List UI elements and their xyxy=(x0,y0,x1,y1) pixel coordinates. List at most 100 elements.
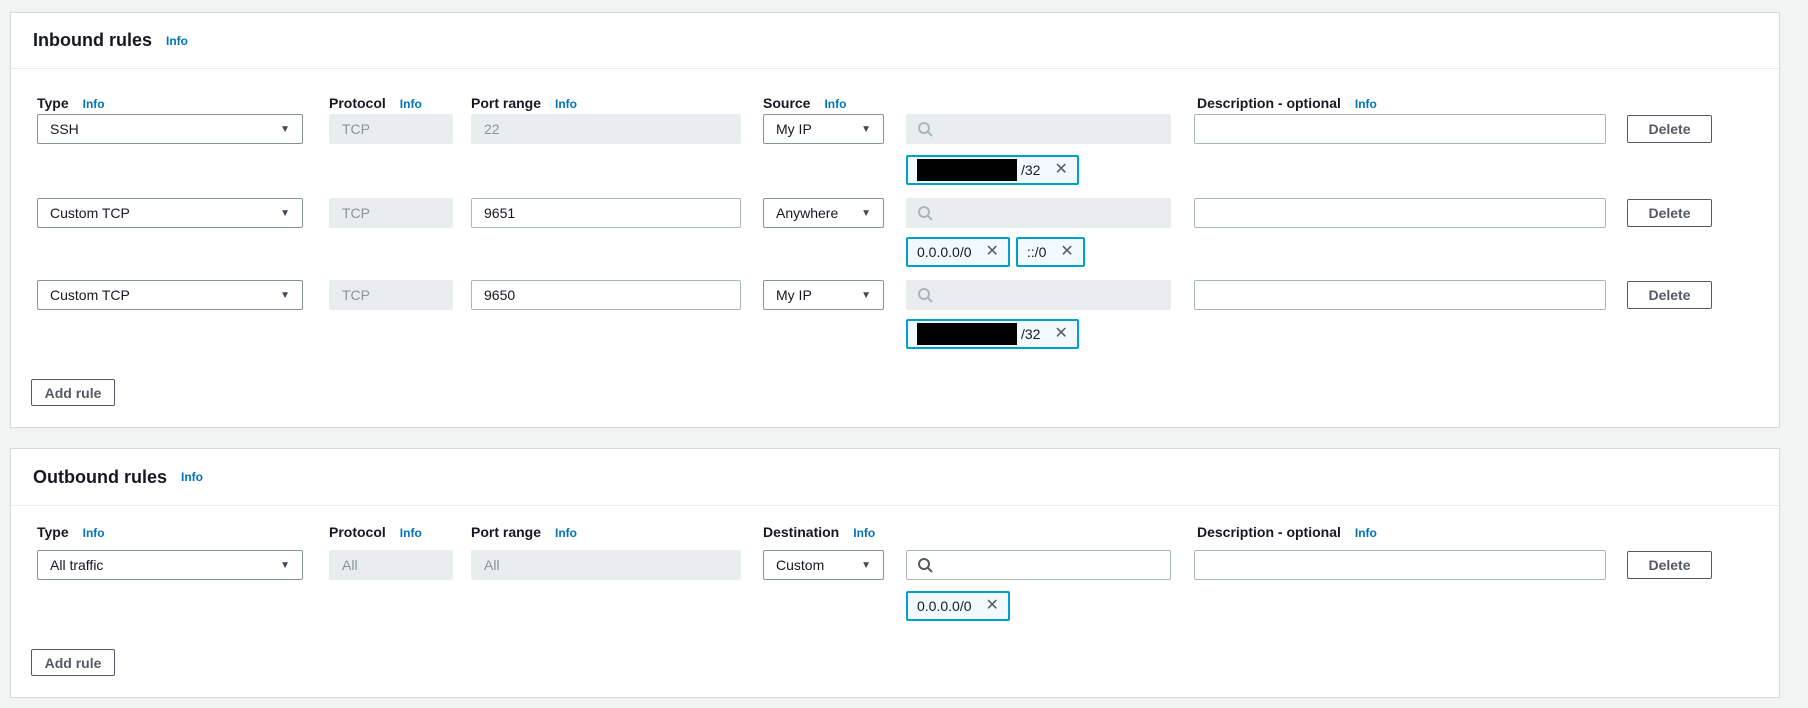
protocol-value: TCP xyxy=(342,205,370,221)
description-field-wrap xyxy=(1194,550,1606,580)
inbound-info-link[interactable]: Info xyxy=(166,34,188,48)
source-search-input xyxy=(906,280,1171,310)
destination-token-row: 0.0.0.0/0 ✕ xyxy=(906,591,1010,621)
type-select-value: Custom TCP xyxy=(50,205,130,221)
delete-rule-button[interactable]: Delete xyxy=(1627,199,1712,227)
chevron-down-icon: ▼ xyxy=(280,290,290,301)
port-range-input[interactable] xyxy=(471,280,741,310)
description-info-link[interactable]: Info xyxy=(1355,97,1377,111)
port-range-field-wrap xyxy=(471,198,741,228)
destination-type-select[interactable]: Custom ▼ xyxy=(763,550,884,580)
protocol-label: Protocol xyxy=(329,524,386,540)
remove-token-icon[interactable]: ✕ xyxy=(1054,326,1067,342)
type-select-value: Custom TCP xyxy=(50,287,130,303)
protocol-info-link[interactable]: Info xyxy=(400,526,422,540)
port-range-input[interactable] xyxy=(471,198,741,228)
cidr-token-label: 0.0.0.0/0 xyxy=(917,244,972,260)
inbound-rules-panel: Inbound rules Info Type Info Protocol In… xyxy=(10,12,1780,428)
delete-rule-button[interactable]: Delete xyxy=(1627,551,1712,579)
type-select[interactable]: All traffic ▼ xyxy=(37,550,303,580)
outbound-panel-title: Outbound rules xyxy=(33,467,167,488)
add-rule-button[interactable]: Add rule xyxy=(31,649,115,676)
search-icon xyxy=(917,205,933,221)
type-info-link[interactable]: Info xyxy=(83,97,105,111)
type-label: Type xyxy=(37,95,69,111)
description-input[interactable] xyxy=(1194,114,1606,144)
source-token-row: /32 ✕ xyxy=(906,319,1079,349)
destination-info-link[interactable]: Info xyxy=(853,526,875,540)
inbound-protocol-header: Protocol Info xyxy=(329,95,422,113)
cidr-token: 0.0.0.0/0 ✕ xyxy=(906,237,1010,267)
source-type-select[interactable]: My IP ▼ xyxy=(763,280,884,310)
type-info-link[interactable]: Info xyxy=(83,526,105,540)
type-select[interactable]: SSH ▼ xyxy=(37,114,303,144)
redacted-ip xyxy=(917,323,1017,345)
remove-token-icon[interactable]: ✕ xyxy=(1060,244,1073,260)
type-select-value: All traffic xyxy=(50,557,103,573)
source-select-value: My IP xyxy=(776,287,812,303)
port-range-label: Port range xyxy=(471,95,541,111)
chevron-down-icon: ▼ xyxy=(861,560,871,571)
search-icon xyxy=(917,121,933,137)
port-range-info-link[interactable]: Info xyxy=(555,97,577,111)
port-range-info-link[interactable]: Info xyxy=(555,526,577,540)
destination-search-input[interactable] xyxy=(906,550,1171,580)
outbound-description-header: Description - optional Info xyxy=(1197,524,1377,542)
source-info-link[interactable]: Info xyxy=(824,97,846,111)
source-search-input xyxy=(906,114,1171,144)
source-token-row: /32 ✕ xyxy=(906,155,1079,185)
security-group-rules-page: { "colors": { "page_bg": "#f2f3f3", "pan… xyxy=(0,0,1808,708)
chevron-down-icon: ▼ xyxy=(861,208,871,219)
outbound-type-header: Type Info xyxy=(37,524,105,542)
description-field-wrap xyxy=(1194,280,1606,310)
destination-select-value: Custom xyxy=(776,557,824,573)
inbound-type-header: Type Info xyxy=(37,95,105,113)
port-range-field: All xyxy=(471,550,741,580)
inbound-panel-title: Inbound rules xyxy=(33,30,152,51)
outbound-destination-header: Destination Info xyxy=(763,524,875,542)
type-select[interactable]: Custom TCP ▼ xyxy=(37,198,303,228)
protocol-value: TCP xyxy=(342,287,370,303)
protocol-value: TCP xyxy=(342,121,370,137)
protocol-field: TCP xyxy=(329,280,453,310)
source-select-value: Anywhere xyxy=(776,205,838,221)
description-field-wrap xyxy=(1194,114,1606,144)
inbound-source-header: Source Info xyxy=(763,95,846,113)
cidr-token-label: /32 xyxy=(1021,326,1040,342)
outbound-rules-panel: Outbound rules Info Type Info Protocol I… xyxy=(10,448,1780,698)
outbound-port-range-header: Port range Info xyxy=(471,524,577,542)
outbound-info-link[interactable]: Info xyxy=(181,470,203,484)
search-icon xyxy=(917,287,933,303)
protocol-info-link[interactable]: Info xyxy=(400,97,422,111)
description-input[interactable] xyxy=(1194,280,1606,310)
add-rule-button[interactable]: Add rule xyxy=(31,379,115,406)
source-select-value: My IP xyxy=(776,121,812,137)
cidr-token-label: ::/0 xyxy=(1027,244,1046,260)
source-type-select[interactable]: My IP ▼ xyxy=(763,114,884,144)
type-select[interactable]: Custom TCP ▼ xyxy=(37,280,303,310)
inbound-port-range-header: Port range Info xyxy=(471,95,577,113)
cidr-token: /32 ✕ xyxy=(906,319,1079,349)
delete-rule-button[interactable]: Delete xyxy=(1627,281,1712,309)
type-label: Type xyxy=(37,524,69,540)
source-label: Source xyxy=(763,95,810,111)
delete-rule-button[interactable]: Delete xyxy=(1627,115,1712,143)
source-type-select[interactable]: Anywhere ▼ xyxy=(763,198,884,228)
protocol-label: Protocol xyxy=(329,95,386,111)
description-field-wrap xyxy=(1194,198,1606,228)
remove-token-icon[interactable]: ✕ xyxy=(986,598,999,614)
protocol-field: All xyxy=(329,550,453,580)
description-info-link[interactable]: Info xyxy=(1355,526,1377,540)
chevron-down-icon: ▼ xyxy=(861,124,871,135)
port-range-field: 22 xyxy=(471,114,741,144)
cidr-token: 0.0.0.0/0 ✕ xyxy=(906,591,1010,621)
description-input[interactable] xyxy=(1194,550,1606,580)
inbound-description-header: Description - optional Info xyxy=(1197,95,1377,113)
cidr-token-label: /32 xyxy=(1021,162,1040,178)
description-input[interactable] xyxy=(1194,198,1606,228)
remove-token-icon[interactable]: ✕ xyxy=(986,244,999,260)
chevron-down-icon: ▼ xyxy=(280,560,290,571)
type-select-value: SSH xyxy=(50,121,79,137)
remove-token-icon[interactable]: ✕ xyxy=(1054,162,1067,178)
chevron-down-icon: ▼ xyxy=(280,208,290,219)
